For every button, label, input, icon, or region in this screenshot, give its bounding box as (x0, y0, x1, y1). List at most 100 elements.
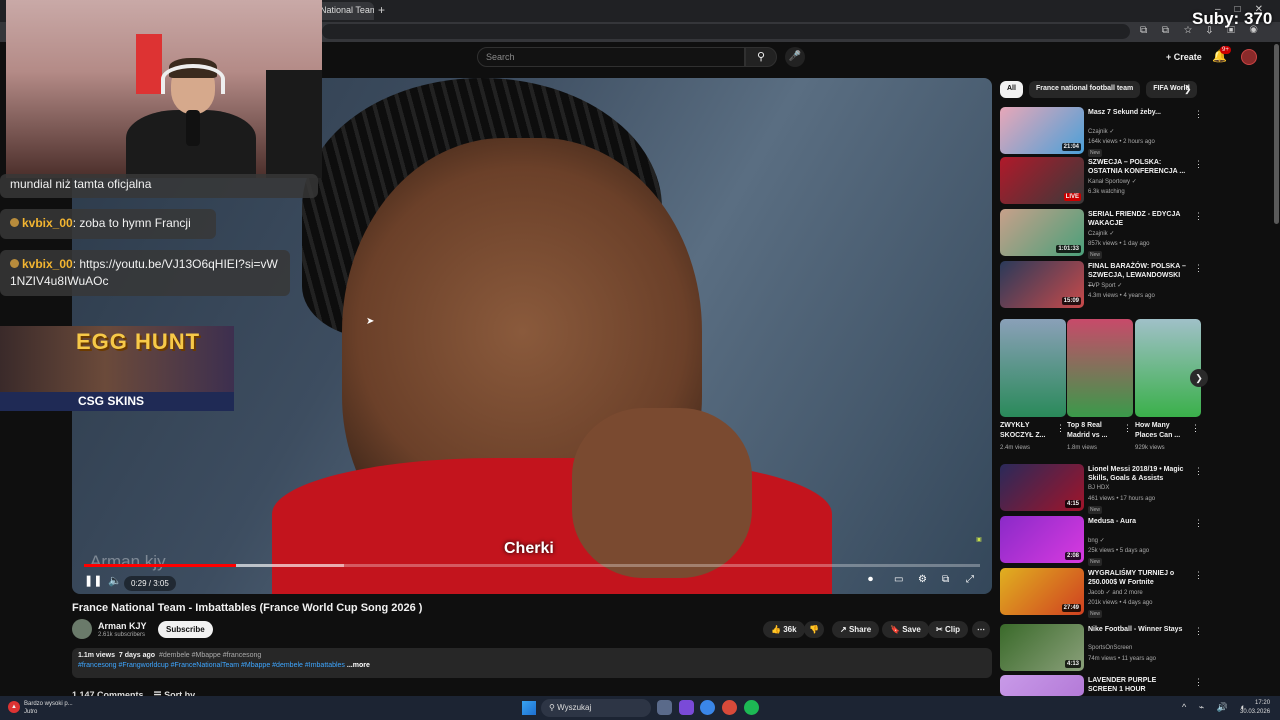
more-vert-icon[interactable]: ⋮ (1194, 263, 1203, 274)
like-button[interactable]: 👍 36k (763, 621, 805, 638)
chat-message: kvbix_00: zoba to hymn Francji (0, 209, 216, 239)
more-vert-icon[interactable]: ⋮ (1194, 159, 1203, 170)
short-item[interactable]: ZWYKŁY SKOCZYŁ Z... 2.4m views ⋮ (1000, 319, 1066, 451)
browser-icon[interactable] (722, 700, 737, 715)
dislike-button[interactable]: 👎 (804, 621, 824, 638)
recommended-video[interactable]: 15:09 FINAL BARAŻÓW: POLSKA – SZWECJA, LE… (1000, 261, 1203, 309)
search-input[interactable]: Search (477, 47, 745, 67)
channel-avatar[interactable] (72, 619, 92, 639)
miniplayer-icon[interactable]: ⧉ (942, 574, 949, 585)
subtitles-icon[interactable]: ▭ (894, 574, 903, 585)
duration-badge: 15:09 (1061, 297, 1081, 305)
short-thumbnail (1000, 319, 1066, 417)
pause-icon[interactable]: ❚❚ (84, 574, 102, 587)
recommended-video[interactable]: LIVE SZWECJA – POLSKA: OSTATNIA KONFERENC… (1000, 157, 1203, 205)
volume-icon[interactable]: 🔈 (108, 574, 122, 587)
shorts-shelf: ZWYKŁY SKOCZYŁ Z... 2.4m views ⋮ Top 8 Rea… (1000, 319, 1202, 455)
chrome-icon[interactable] (700, 700, 715, 715)
recommended-title: Nike Football - Winner Stays (1088, 626, 1183, 633)
more-vert-icon[interactable]: ⋮ (1194, 466, 1203, 477)
taskbar-search[interactable]: ⚲ Wyszukaj (541, 699, 651, 717)
time-display: 0:29 / 3:05 (124, 576, 176, 591)
description-box[interactable]: 1.1m views 7 days ago #dembele #Mbappe #… (72, 648, 992, 678)
short-title: ZWYKŁY SKOCZYŁ Z... (1000, 422, 1046, 439)
video-thumbnail: 4:13 (1000, 624, 1084, 671)
taskbar-notification[interactable]: Bardzo wysoki p... Jutro (24, 700, 73, 716)
autoplay-icon[interactable]: ⏺ (868, 574, 873, 585)
browser-tab[interactable]: National Team 🔊 ✕ (316, 2, 374, 20)
spotify-icon[interactable] (744, 700, 759, 715)
new-tab-button[interactable]: + (378, 3, 385, 17)
short-item[interactable]: Top 8 Real Madrid vs ... 1.8m views ⋮ (1067, 319, 1133, 451)
recommended-video[interactable]: 21:04 Masz 7 Sekund żeby... Czajnik ✓ 164k … (1000, 107, 1203, 157)
duration-badge: 4:13 (1064, 660, 1081, 668)
more-vert-icon[interactable]: ⋮ (1056, 423, 1065, 434)
chat-text: : zoba to hymn Francji (72, 216, 191, 230)
live-badge: LIVE (1063, 193, 1081, 201)
progress-bar[interactable] (84, 564, 980, 567)
short-views: 2.4m views (1000, 445, 1031, 451)
search-icon[interactable]: ⚲ (745, 47, 777, 67)
chevron-right-icon[interactable]: ❯ (1190, 369, 1208, 387)
recommended-video[interactable]: 4:13 Nike Football - Winner Stays SportsOn… (1000, 624, 1203, 672)
recommended-video[interactable]: 4:15 Lionel Messi 2018/19 • Magic Skills,… (1000, 464, 1203, 514)
description-hashtags[interactable]: #francesong #Frangworldcup #FranceNation… (78, 662, 345, 669)
recommended-meta: 74m views • 11 years ago (1088, 656, 1157, 662)
more-vert-icon[interactable]: ⋮ (1194, 518, 1203, 529)
more-vert-icon[interactable]: ⋮ (1194, 109, 1203, 120)
fullscreen-icon[interactable]: ⤢ (966, 574, 974, 585)
chat-user: kvbix_00 (22, 216, 73, 230)
recommended-meta: 4.3m views • 4 years ago (1088, 293, 1155, 299)
more-vert-icon[interactable]: ⋮ (1194, 626, 1203, 637)
short-views: 1.8m views (1067, 445, 1098, 451)
more-vert-icon[interactable]: ⋮ (1123, 423, 1132, 434)
more-link[interactable]: ...more (347, 662, 370, 669)
recommended-title: SZWECJA – POLSKA: OSTATNIA KONFERENCJA .… (1088, 159, 1186, 175)
more-vert-icon[interactable]: ⋮ (1194, 211, 1203, 222)
recommended-video[interactable]: 2:08 Medusa - Aura bng ✓ 25k views • 5 days… (1000, 516, 1203, 566)
share-button[interactable]: ↗ Share (832, 621, 880, 638)
notification-title: Bardzo wysoki p... (24, 701, 73, 707)
chip-france-team[interactable]: France national football team (1028, 81, 1141, 98)
create-button[interactable]: + Create (1160, 48, 1208, 66)
new-badge: New (1088, 610, 1103, 618)
chevron-right-icon[interactable]: ❯ (1184, 84, 1192, 95)
duration-badge: 2:08 (1064, 552, 1081, 560)
subscribe-button[interactable]: Subscribe (158, 621, 213, 638)
windows-start-icon[interactable] (522, 701, 536, 715)
duration-badge: 1:01:33 (1056, 245, 1081, 253)
new-badge: New (1088, 251, 1103, 259)
task-view-icon[interactable] (657, 700, 672, 715)
page-scrollbar[interactable] (1274, 44, 1279, 224)
recommended-video[interactable]: LAVENDER PURPLE SCREEN 1 HOUR ⋮ (1000, 675, 1203, 696)
short-title: How Many Places Can ... (1135, 422, 1181, 439)
more-vert-icon[interactable]: ⋮ (1194, 570, 1203, 581)
clip-button[interactable]: ✂ Clip (928, 621, 969, 638)
duration-badge: 27:49 (1061, 604, 1081, 612)
recommended-video[interactable]: 27:49 WYGRALIŚMY TURNIEJ o 250.000$ W For… (1000, 568, 1203, 618)
address-field[interactable] (322, 24, 1130, 39)
chat-text: mundial niż tamta oficjalna (10, 177, 152, 191)
channel-name[interactable]: Arman KJY (98, 621, 147, 631)
settings-icon[interactable]: ⚙ (918, 574, 927, 585)
teams-icon[interactable] (679, 700, 694, 715)
upload-age: 7 days ago (118, 652, 156, 659)
chip-all[interactable]: All (1000, 81, 1023, 98)
microphone-icon[interactable]: 🎤 (785, 47, 805, 67)
save-button[interactable]: 🔖 Save (882, 621, 929, 638)
recommended-channel: Czajnik ✓ (1088, 231, 1115, 237)
recommended-video[interactable]: 1:01:33 SERIAL FRIENDZ - EDYCJA WAKACJE Cz… (1000, 209, 1203, 259)
video-subtitle: Cherki (504, 540, 554, 557)
more-actions-icon[interactable]: ⋯ (972, 621, 990, 638)
short-item[interactable]: How Many Places Can ... 929k views ⋮ (1135, 319, 1201, 451)
microphone-stand (186, 110, 200, 146)
progress-played (84, 564, 237, 567)
more-vert-icon[interactable]: ⋮ (1194, 677, 1203, 688)
share-label: Share (848, 625, 872, 634)
user-avatar[interactable] (1241, 49, 1257, 65)
short-thumbnail (1067, 319, 1133, 417)
more-vert-icon[interactable]: ⋮ (1191, 423, 1200, 434)
duration-badge: 21:04 (1061, 143, 1081, 151)
notification-app-icon[interactable]: ▲ (8, 701, 20, 713)
filter-chips: All France national football team FIFA Wor… (1000, 81, 1203, 98)
